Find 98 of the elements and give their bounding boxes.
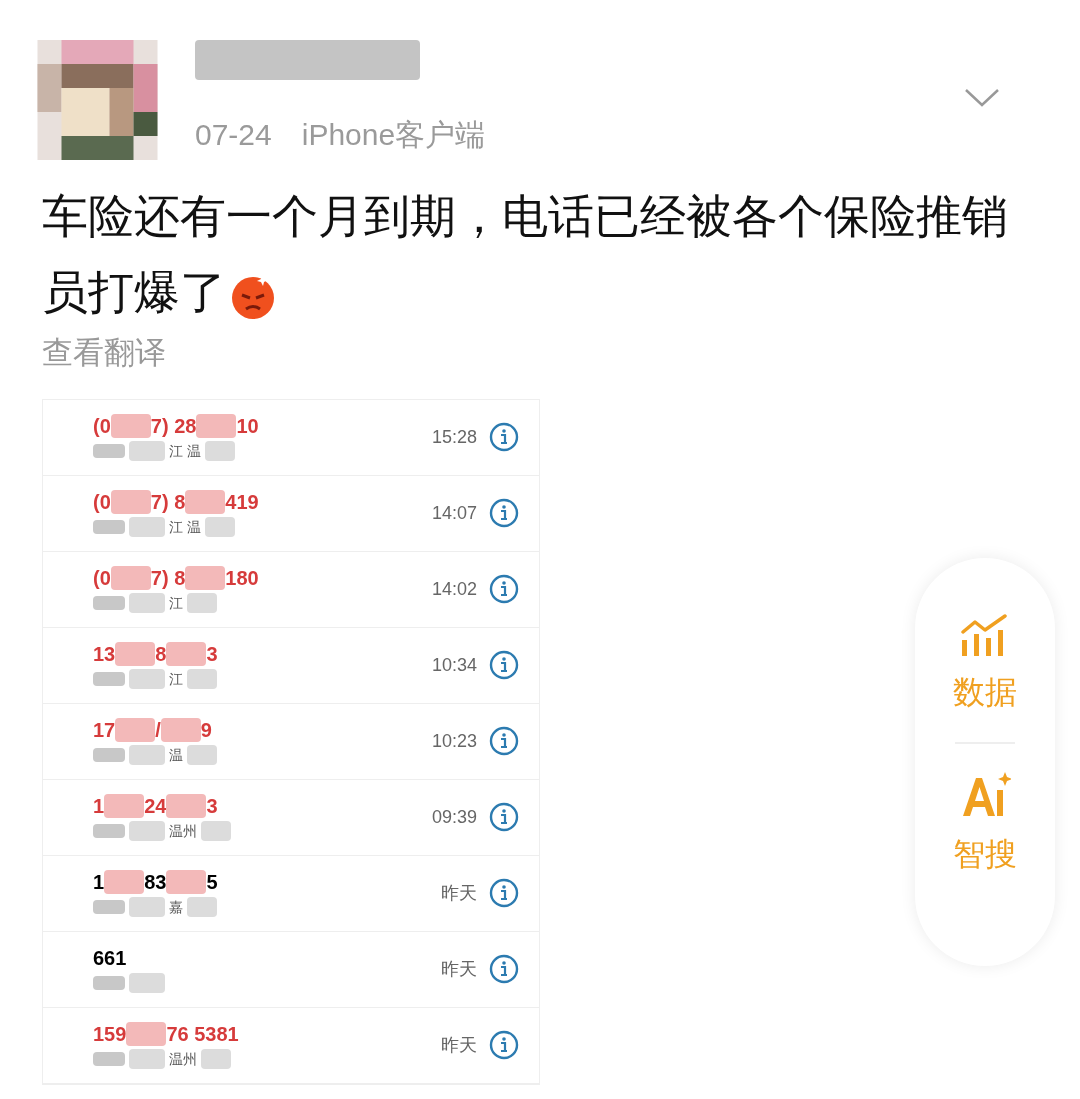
call-time: 09:39 [431,805,477,829]
call-time: 14:02 [431,577,477,601]
phone-number: 8 [155,642,167,667]
tag-badge [93,748,125,762]
info-icon[interactable] [489,650,519,680]
call-location: 温 [169,745,183,765]
blurred-block [166,794,207,818]
call-location: 嘉 [169,897,183,917]
phone-number: 1 [93,794,105,819]
info-icon[interactable] [489,422,519,452]
blurred-block [110,414,151,438]
phone-number: 3 [206,794,218,819]
blurred-block [201,821,231,841]
post-text: 车险还有一个月到期，电话已经被各个保险推销员打爆了 [42,178,1038,330]
blurred-block [185,566,226,590]
call-location: 江 温 [169,517,201,537]
blurred-block [160,718,201,742]
info-icon[interactable] [489,726,519,756]
call-location: 温州 [169,1049,197,1069]
phone-number: 83 [144,870,167,895]
info-icon[interactable] [489,574,519,604]
call-location: 温州 [169,821,197,841]
call-time: 昨天 [441,957,477,981]
side-action-button[interactable]: 数据 [953,614,1017,716]
info-icon[interactable] [489,498,519,528]
phone-number: 13 [93,642,116,667]
blurred-block [129,441,165,461]
blurred-block [129,1049,165,1069]
blurred-block [166,870,207,894]
call-location: 江 [169,593,183,613]
phone-number: 17 [93,718,116,743]
blurred-block [115,718,156,742]
post-date: 07-24 [195,117,272,153]
blurred-block [185,490,226,514]
phone-number: 7) 28 [150,414,197,439]
phone-number: 7) 8 [150,490,186,515]
blurred-block [129,669,165,689]
post-source: iPhone客户端 [301,117,486,153]
info-icon[interactable] [489,954,519,984]
phone-number: 9 [200,718,212,743]
blurred-block [201,1049,231,1069]
phone-number: 180 [225,566,259,591]
blurred-block [104,794,145,818]
tag-badge [93,900,125,914]
call-time: 10:23 [431,729,477,753]
tag-badge [93,444,125,458]
blurred-block [110,566,151,590]
blurred-block [187,669,217,689]
phone-number: (0 [93,414,111,439]
phone-number: 3 [206,642,218,667]
blurred-block [129,897,165,917]
blurred-block [204,441,235,461]
blurred-block [129,517,165,537]
phone-number: 7) 8 [150,566,186,591]
blurred-block [126,1022,167,1046]
blurred-block [129,973,165,993]
blurred-block [187,745,217,765]
blurred-block [166,642,207,666]
tag-badge [93,672,125,686]
call-time: 昨天 [441,881,477,905]
phone-number: 5 [206,870,218,895]
phone-number: (0 [93,566,111,591]
blurred-block [104,870,145,894]
blurred-block [187,593,217,613]
phone-number: 1 [93,870,105,895]
phone-number: 10 [236,414,259,439]
tag-badge [93,520,125,534]
call-time: 昨天 [441,1033,477,1057]
tag-badge [93,1052,125,1066]
blurred-block [129,821,165,841]
call-time: 14:07 [431,501,477,525]
info-icon[interactable] [489,878,519,908]
call-time: 10:34 [431,653,477,677]
blurred-block [129,593,165,613]
phone-number: 159 [93,1022,127,1047]
info-icon[interactable] [489,802,519,832]
blurred-block [204,517,235,537]
call-location: 江 温 [169,441,201,461]
chevron-down-icon[interactable] [964,88,1000,108]
phone-number: 76 5381 [166,1022,239,1047]
tag-badge [93,596,125,610]
call-time: 15:28 [431,425,477,449]
blurred-block [110,490,151,514]
side-action-button[interactable]: 智搜 [953,770,1017,878]
phone-number: (0 [93,490,111,515]
call-location: 江 [169,669,183,689]
blurred-block [129,745,165,765]
phone-number: 661 [93,946,127,971]
blurred-block [187,897,217,917]
info-icon[interactable] [489,1030,519,1060]
blurred-block [196,414,237,438]
blurred-block [115,642,156,666]
phone-number: 419 [225,490,259,515]
phone-number: 24 [144,794,167,819]
tag-badge [93,976,125,990]
translate-link[interactable]: 查看翻译 [42,335,166,370]
tag-badge [93,824,125,838]
phone-number: / [155,718,161,743]
